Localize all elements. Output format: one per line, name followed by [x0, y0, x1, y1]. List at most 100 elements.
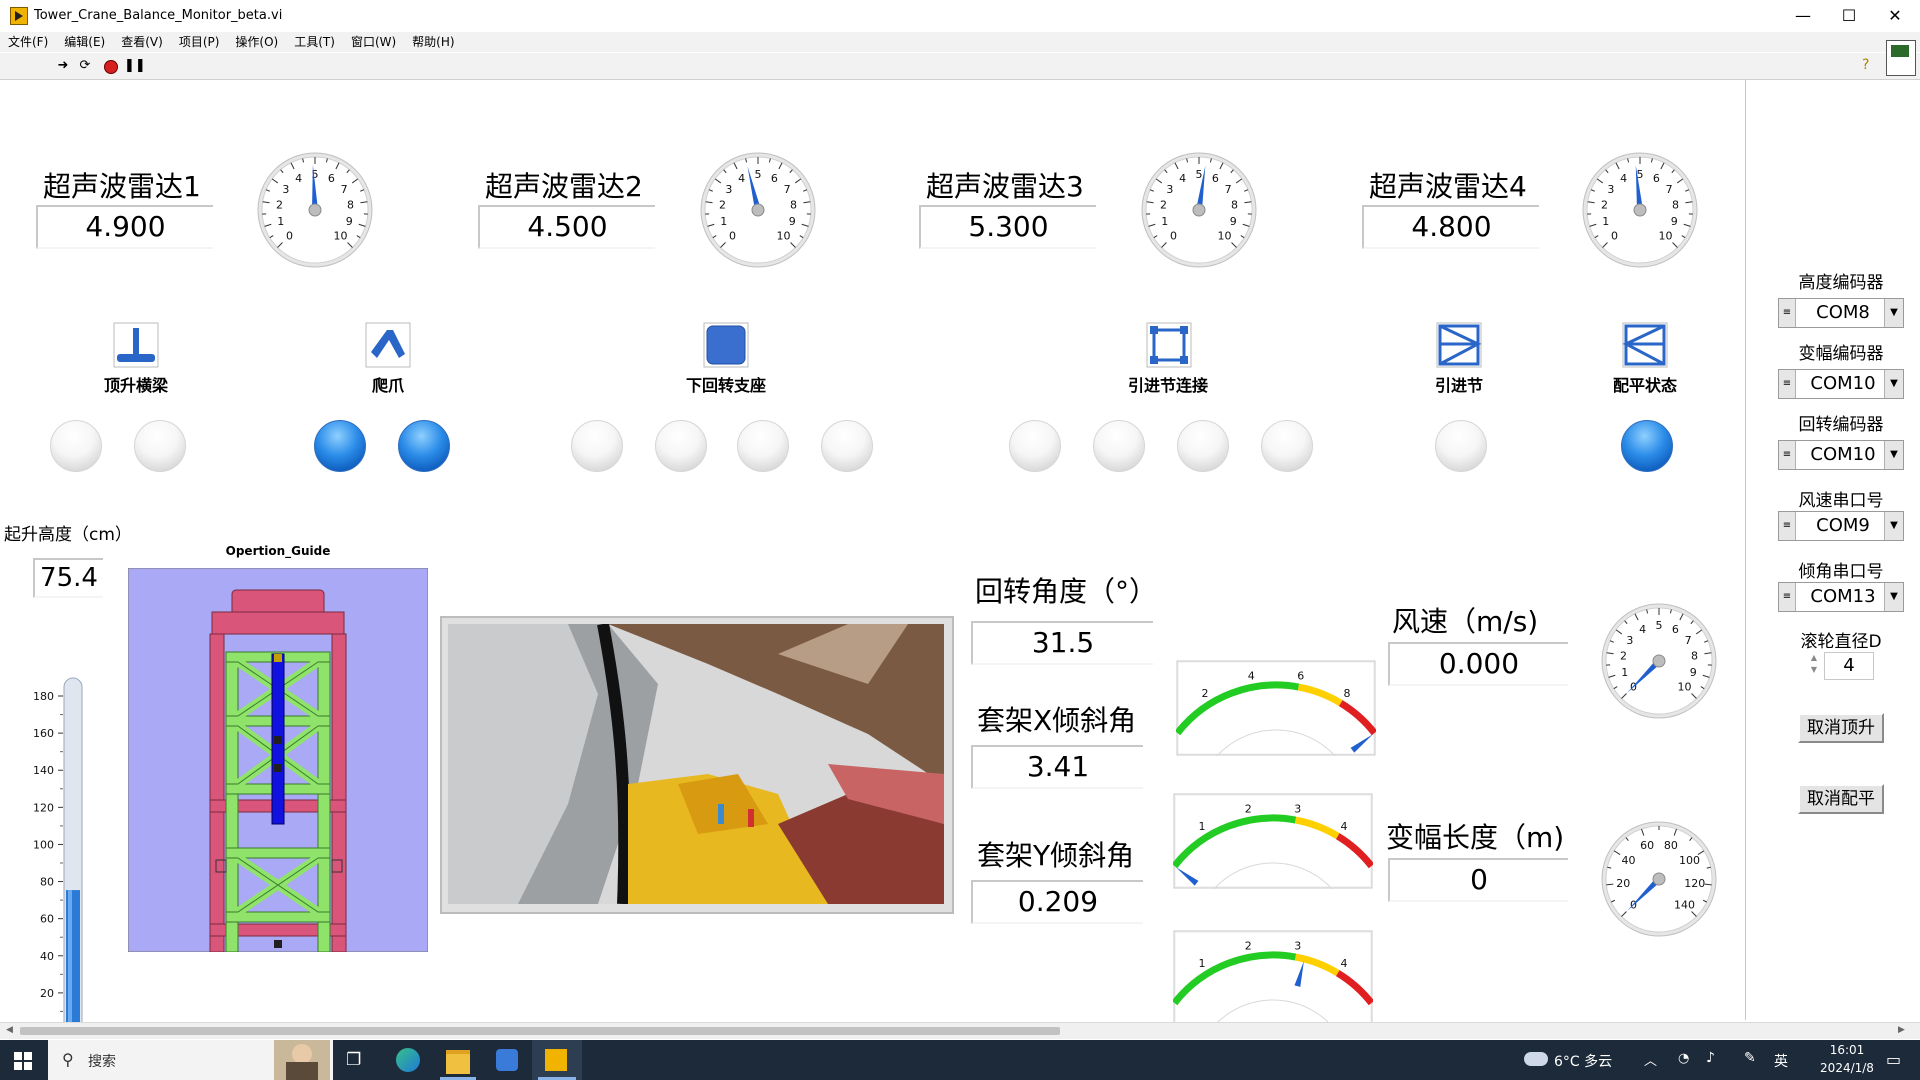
- gauge-tick-label: 80: [1664, 839, 1678, 852]
- pen-icon[interactable]: ✎: [1744, 1050, 1756, 1066]
- chevron-down-icon[interactable]: ▼: [1884, 299, 1903, 327]
- chevron-down-icon[interactable]: ▼: [1884, 512, 1903, 540]
- chevron-up-icon[interactable]: ︿: [1644, 1050, 1657, 1069]
- tilt-port-value: COM13: [1810, 586, 1876, 607]
- radar-4-label: 超声波雷达4: [1369, 170, 1527, 203]
- gauge-tick-label: 0: [729, 229, 736, 242]
- chevron-down-icon[interactable]: ▼: [1884, 370, 1903, 398]
- meter-tick-label: 2: [1245, 802, 1252, 815]
- gauge-tick-label: 0: [286, 229, 293, 242]
- clock-date[interactable]: 2024/1/8: [1811, 1061, 1883, 1075]
- file-explorer-icon[interactable]: [446, 1050, 470, 1074]
- gauge-tick-label: 3: [725, 183, 732, 196]
- scrollbar-thumb[interactable]: [20, 1027, 1060, 1035]
- wind-speed-label: 风速（m/s): [1392, 605, 1539, 638]
- radar-4-value: 4.800: [1362, 205, 1539, 249]
- taskbar-search-box[interactable]: ⚲ 搜索: [48, 1040, 333, 1080]
- menu-edit[interactable]: 编辑(E): [56, 32, 113, 50]
- task-view-icon[interactable]: ❐: [346, 1050, 361, 1070]
- introduced-section-label: 引进节: [1434, 376, 1483, 395]
- led-slewing-4: [821, 420, 873, 472]
- cancel-lift-button[interactable]: 取消顶升: [1798, 713, 1884, 743]
- lower-slewing-support-icon: [703, 322, 749, 368]
- gauge-tick-label: 7: [1225, 183, 1232, 196]
- led-connection-2: [1093, 420, 1145, 472]
- labview-taskbar-button[interactable]: [532, 1040, 582, 1080]
- menu-tools[interactable]: 工具(T): [286, 32, 343, 50]
- windows-start-icon[interactable]: [14, 1052, 32, 1070]
- scroll-left-icon[interactable]: ◀: [6, 1025, 13, 1035]
- weather-text[interactable]: 6°C 多云: [1554, 1051, 1612, 1071]
- abort-icon[interactable]: [102, 58, 118, 74]
- run-arrow-icon[interactable]: ➜: [55, 58, 71, 74]
- cancel-balance-button[interactable]: 取消配平: [1798, 784, 1884, 814]
- roller-diameter-control[interactable]: ▲ ▼ 4: [1808, 652, 1874, 680]
- maximize-button[interactable]: ☐: [1826, 0, 1872, 32]
- spin-arrows-icon[interactable]: ▲ ▼: [1808, 652, 1820, 678]
- gauge-tick-label: 7: [1666, 183, 1673, 196]
- led-section: [1435, 420, 1487, 472]
- luffing-encoder-value: COM10: [1810, 373, 1876, 394]
- meter-tick-label: 4: [1248, 669, 1255, 682]
- gauge-tick-label: 8: [347, 198, 354, 211]
- thermometer-tick-label: 180: [33, 690, 54, 703]
- menu-operate[interactable]: 操作(O): [227, 32, 286, 50]
- menu-help[interactable]: 帮助(H): [404, 32, 462, 50]
- feishu-app-icon[interactable]: [496, 1049, 518, 1071]
- lift-beam-label: 顶升横梁: [103, 376, 168, 395]
- tilt-port-label: 倾角串口号: [1798, 562, 1884, 582]
- gauge-tick-label: 5: [1196, 168, 1203, 181]
- menu-view[interactable]: 查看(V): [113, 32, 171, 50]
- led-connection-3: [1177, 420, 1229, 472]
- run-continuous-icon[interactable]: ⟳: [77, 58, 93, 74]
- close-button[interactable]: ✕: [1872, 0, 1918, 32]
- horizontal-scrollbar[interactable]: ◀ ▶: [0, 1022, 1920, 1039]
- search-icon: ⚲: [62, 1050, 74, 1069]
- gauge-tick-label: 0: [1611, 229, 1618, 242]
- gauge-tick-label: 6: [1212, 172, 1219, 185]
- ring-prefix-icon: ≡: [1779, 370, 1796, 398]
- radar-3-gauge: 01 2 34 5 67 8 910: [1141, 152, 1257, 268]
- luffing-length-label: 变幅长度（m): [1386, 821, 1565, 854]
- ime-indicator[interactable]: 英: [1774, 1051, 1788, 1071]
- gauge-tick-label: 1: [277, 215, 284, 228]
- menu-file[interactable]: 文件(F): [0, 32, 56, 50]
- gauge-tick-label: 8: [1231, 198, 1238, 211]
- luffing-length-value: 0: [1388, 858, 1568, 902]
- slew-encoder-select[interactable]: ≡ COM10 ▼: [1778, 440, 1904, 470]
- luffing-encoder-select[interactable]: ≡ COM10 ▼: [1778, 369, 1904, 399]
- tilt-x-label: 套架X倾斜角: [977, 704, 1137, 737]
- minimize-button[interactable]: —: [1780, 0, 1826, 32]
- led-slewing-2: [655, 420, 707, 472]
- height-encoder-select[interactable]: ≡ COM8 ▼: [1778, 298, 1904, 328]
- chevron-down-icon[interactable]: ▼: [1884, 441, 1903, 469]
- gauge-tick-label: 5: [755, 168, 762, 181]
- gauge-tick-label: 0: [1170, 229, 1177, 242]
- tilt-port-select[interactable]: ≡ COM13 ▼: [1778, 582, 1904, 612]
- edge-browser-icon[interactable]: [396, 1048, 420, 1072]
- notification-icon[interactable]: ▭: [1886, 1050, 1901, 1069]
- luffing-encoder-label: 变幅编码器: [1798, 344, 1884, 364]
- gauge-tick-label: 2: [1160, 198, 1167, 211]
- pause-icon[interactable]: ❚❚: [124, 58, 146, 74]
- context-help-icon[interactable]: ?: [1862, 57, 1869, 73]
- scroll-right-icon[interactable]: ▶: [1898, 1025, 1905, 1035]
- network-icon[interactable]: ◔: [1678, 1051, 1689, 1066]
- ring-prefix-icon: ≡: [1779, 299, 1796, 327]
- gauge-tick-label: 9: [1230, 215, 1237, 228]
- menu-project[interactable]: 项目(P): [171, 32, 228, 50]
- chevron-down-icon[interactable]: ▼: [1884, 583, 1903, 611]
- roller-diameter-value[interactable]: 4: [1824, 652, 1874, 680]
- gauge-tick-label: 5: [312, 168, 319, 181]
- clock-time[interactable]: 16:01: [1815, 1043, 1879, 1057]
- gauge-tick-label: 10: [1677, 680, 1691, 693]
- wind-port-select[interactable]: ≡ COM9 ▼: [1778, 511, 1904, 541]
- height-encoder-value: COM8: [1816, 302, 1870, 323]
- wind-port-label: 风速串口号: [1798, 491, 1884, 511]
- led-lift-beam-1: [50, 420, 102, 472]
- lift-height-label: 起升高度（cm）: [4, 525, 132, 545]
- menu-window[interactable]: 窗口(W): [343, 32, 404, 50]
- volume-icon[interactable]: ♪: [1706, 1050, 1715, 1066]
- title-bar: Tower_Crane_Balance_Monitor_beta.vi — ☐ …: [0, 0, 1920, 32]
- meter-tick-label: 4: [1340, 820, 1347, 833]
